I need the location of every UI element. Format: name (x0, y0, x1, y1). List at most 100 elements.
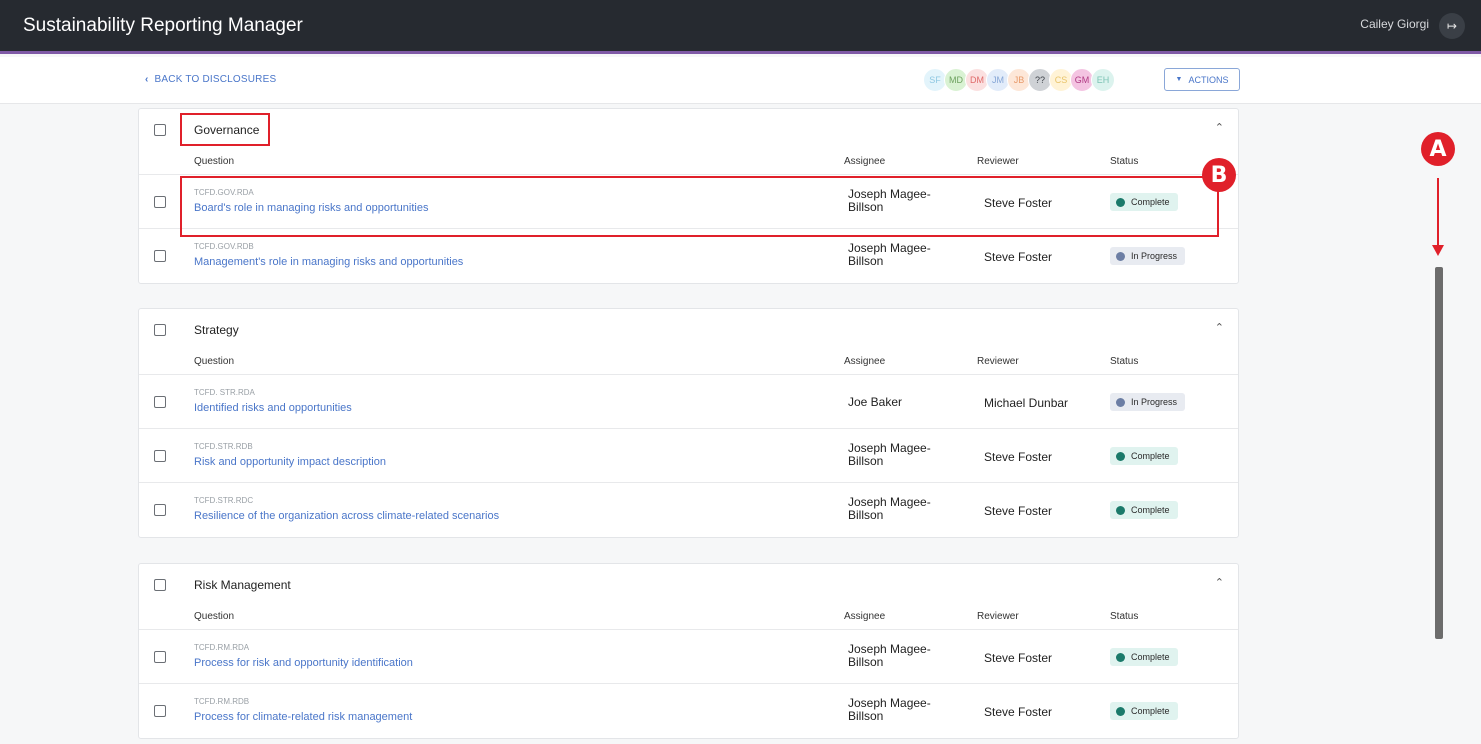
row-checkbox[interactable] (154, 450, 166, 462)
row-checkbox[interactable] (154, 396, 166, 408)
section-title: Risk Management (194, 578, 291, 592)
question-link[interactable]: Risk and opportunity impact description (194, 456, 386, 468)
back-to-disclosures-link[interactable]: ‹ BACK TO DISCLOSURES (145, 74, 276, 85)
col-reviewer[interactable]: Reviewer (977, 611, 1019, 622)
col-assignee[interactable]: Assignee (844, 611, 885, 622)
row-checkbox[interactable] (154, 705, 166, 717)
question-link[interactable]: Identified risks and opportunities (194, 402, 352, 414)
question-row[interactable]: TCFD.RM.RDA Process for risk and opportun… (139, 630, 1238, 684)
question-code: TCFD. STR.RDA (194, 388, 255, 397)
back-label: BACK TO DISCLOSURES (154, 74, 277, 85)
status-badge: In Progress (1110, 247, 1186, 265)
row-checkbox[interactable] (154, 196, 166, 208)
section-card-risk-management: Risk Management ⌃ Question Assignee Revi… (138, 563, 1239, 739)
question-list: TCFD. STR.RDA Identified risks and opport… (139, 375, 1238, 537)
app-header: Sustainability Reporting Manager Cailey … (0, 0, 1481, 54)
collapse-icon[interactable]: ⌃ (1215, 321, 1224, 334)
status-dot-icon (1116, 706, 1125, 716)
section-checkbox[interactable] (154, 124, 166, 136)
status-label: In Progress (1131, 251, 1178, 261)
col-reviewer[interactable]: Reviewer (977, 156, 1019, 167)
col-assignee[interactable]: Assignee (844, 156, 885, 167)
annotation-arrow-line (1437, 178, 1439, 248)
disclosure-toolbar: ‹ BACK TO DISCLOSURES SF MD DM JM JB?? CS GM EH … (0, 57, 1481, 104)
section-title: Strategy (194, 323, 239, 337)
assignee-name: Joe Baker (848, 395, 903, 409)
status-label: Complete (1131, 706, 1170, 716)
reviewer-name: Steve Foster (984, 450, 1053, 464)
annotation-marker-a: A (1421, 132, 1455, 166)
section-card-strategy: Strategy ⌃ Question Assignee Reviewer St… (138, 308, 1239, 538)
question-row[interactable]: TCFD. STR.RDA Identified risks and opport… (139, 375, 1238, 429)
section-header: Strategy ⌃ (139, 309, 1238, 350)
row-checkbox[interactable] (154, 250, 166, 262)
question-list: TCFD.RM.RDA Process for risk and opportun… (139, 630, 1238, 738)
status-dot-icon (1116, 451, 1125, 461)
section-header: Governance ⌃ (139, 109, 1238, 150)
col-question[interactable]: Question (194, 611, 234, 622)
status-dot-icon (1116, 652, 1125, 662)
status-badge: In Progress (1110, 393, 1186, 411)
annotation-marker-b: B (1202, 158, 1236, 192)
highlight-box-section-title (180, 113, 270, 146)
caret-down-icon: ▼ (1175, 76, 1183, 83)
reviewer-name: Steve Foster (984, 651, 1053, 665)
question-code: TCFD.STR.RDC (194, 496, 254, 505)
question-row[interactable]: TCFD.GOV.RDB Management's role in managin… (139, 229, 1238, 283)
col-status[interactable]: Status (1110, 156, 1138, 167)
question-link[interactable]: Process for climate-related risk managem… (194, 711, 412, 723)
assignee-name: Joseph Magee-Billson (848, 495, 931, 522)
reviewer-name: Steve Foster (984, 250, 1053, 264)
page-scrollbar[interactable] (1435, 267, 1443, 639)
col-question[interactable]: Question (194, 156, 234, 167)
status-dot-icon (1116, 251, 1125, 261)
col-status[interactable]: Status (1110, 611, 1138, 622)
col-assignee[interactable]: Assignee (844, 356, 885, 367)
status-badge: Complete (1110, 501, 1178, 519)
actions-button[interactable]: ▼ ACTIONS (1164, 68, 1240, 91)
assignee-name: Joseph Magee-Billson (848, 241, 931, 268)
avatar[interactable]: EH (1091, 68, 1115, 92)
user-name[interactable]: Cailey Giorgi (1360, 17, 1429, 31)
app-title: Sustainability Reporting Manager (23, 15, 303, 36)
collapse-icon[interactable]: ⌃ (1215, 576, 1224, 589)
collaborator-avatars: SF MD DM JM JB?? CS GM EH (923, 68, 1115, 92)
col-reviewer[interactable]: Reviewer (977, 356, 1019, 367)
question-code: TCFD.GOV.RDB (194, 242, 254, 251)
reviewer-name: Steve Foster (984, 705, 1053, 719)
column-headers: Question Assignee Reviewer Status (139, 605, 1238, 630)
status-dot-icon (1116, 397, 1125, 407)
status-badge: Complete (1110, 648, 1178, 666)
assignee-name: Joseph Magee-Billson (848, 696, 931, 723)
section-checkbox[interactable] (154, 579, 166, 591)
column-headers: Question Assignee Reviewer Status (139, 350, 1238, 375)
logout-icon[interactable]: ↦ (1439, 13, 1465, 39)
question-link[interactable]: Management's role in managing risks and … (194, 256, 463, 268)
chevron-left-icon: ‹ (145, 74, 149, 85)
status-label: In Progress (1131, 397, 1178, 407)
question-row[interactable]: TCFD.STR.RDC Resilience of the organizati… (139, 483, 1238, 537)
row-checkbox[interactable] (154, 504, 166, 516)
status-dot-icon (1116, 505, 1125, 515)
status-label: Complete (1131, 505, 1170, 515)
collapse-icon[interactable]: ⌃ (1215, 121, 1224, 134)
section-header: Risk Management ⌃ (139, 564, 1238, 605)
column-headers: Question Assignee Reviewer Status (139, 150, 1238, 175)
col-status[interactable]: Status (1110, 356, 1138, 367)
reviewer-name: Michael Dunbar (984, 396, 1069, 410)
question-row[interactable]: TCFD.RM.RDB Process for climate-related r… (139, 684, 1238, 738)
row-checkbox[interactable] (154, 651, 166, 663)
col-question[interactable]: Question (194, 356, 234, 367)
question-link[interactable]: Resilience of the organization across cl… (194, 510, 499, 522)
question-code: TCFD.STR.RDB (194, 442, 253, 451)
section-checkbox[interactable] (154, 324, 166, 336)
highlight-box-question-row (180, 176, 1219, 237)
assignee-name: Joseph Magee-Billson (848, 441, 931, 468)
question-link[interactable]: Process for risk and opportunity identif… (194, 657, 413, 669)
assignee-name: Joseph Magee-Billson (848, 642, 931, 669)
status-badge: Complete (1110, 702, 1178, 720)
status-badge: Complete (1110, 447, 1178, 465)
question-code: TCFD.RM.RDB (194, 697, 250, 706)
reviewer-name: Steve Foster (984, 504, 1053, 518)
question-row[interactable]: TCFD.STR.RDB Risk and opportunity impact … (139, 429, 1238, 483)
